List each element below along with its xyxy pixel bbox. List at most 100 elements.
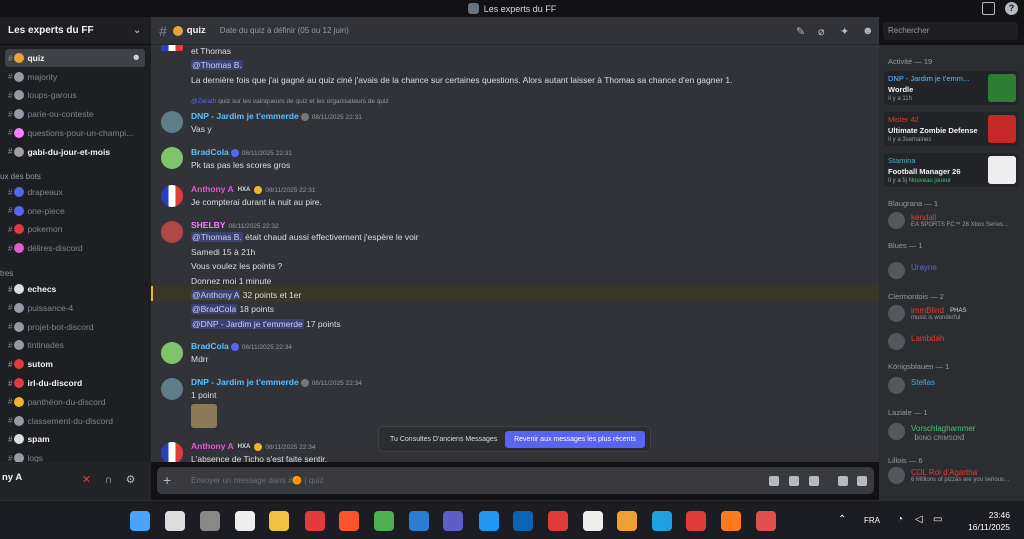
notifications-muted-icon[interactable]: ⌀	[818, 25, 825, 38]
channel-sutom[interactable]: # sutom	[5, 355, 145, 373]
user-name[interactable]: ny A	[2, 472, 22, 483]
add-attachment-icon[interactable]: +	[163, 472, 171, 488]
channel-logs[interactable]: # logs	[5, 449, 145, 462]
member-item[interactable]: CDL Roi d'Agartha 6 Millions of pizzas ar…	[888, 465, 1023, 485]
user-mention[interactable]: @BradCola	[191, 304, 238, 314]
message-author[interactable]: DNP - Jardim je t'emmerde	[191, 377, 299, 387]
teams-icon[interactable]	[443, 511, 463, 531]
jump-to-present-button[interactable]: Revenir aux messages les plus récents	[505, 431, 645, 448]
channel-topic[interactable]: Date du quiz à définir (05 ou 12 juin)	[220, 26, 349, 35]
user-mention[interactable]: @Anthony A	[191, 290, 241, 300]
tlc-icon[interactable]	[548, 511, 568, 531]
battery-icon[interactable]: ▭	[933, 514, 942, 525]
add-member-icon[interactable]: ☻	[132, 52, 141, 62]
channel-pokemon[interactable]: # pokemon	[5, 220, 145, 238]
member-item[interactable]: Vorschlaghammer 【KING CRIMSON】	[888, 421, 1023, 442]
message-composer[interactable]: + Envoyer un message dans #🟠 | quiz	[157, 467, 874, 494]
category-other[interactable]: tres	[0, 269, 13, 278]
user-mention[interactable]: @DNP - Jardim je t'emmerde	[191, 319, 304, 329]
member-item[interactable]: Stellas	[888, 375, 1023, 395]
search-input[interactable]: Rechercher	[883, 22, 1018, 40]
avatar[interactable]	[161, 378, 183, 400]
activity-card[interactable]: DNP - Jardim je t'emm... Wordle Il y a 11h	[884, 71, 1019, 105]
member-list-icon[interactable]: ☻	[862, 25, 874, 37]
help-icon[interactable]: ?	[1005, 2, 1018, 15]
outlook-icon[interactable]	[513, 511, 533, 531]
member-item[interactable]: kendall EA SPORTS FC™ 26 Xbox Series...	[888, 210, 1023, 230]
avatar[interactable]	[161, 111, 183, 133]
brave-icon[interactable]	[339, 511, 359, 531]
record-icon[interactable]	[305, 511, 325, 531]
apps-icon[interactable]	[857, 476, 867, 486]
message-author[interactable]: Anthony A	[191, 184, 234, 194]
composer-placeholder[interactable]: Envoyer un message dans #🟠 | quiz	[191, 476, 324, 485]
language-indicator[interactable]: FRA	[864, 516, 880, 525]
mute-icon[interactable]: ✕	[80, 474, 93, 487]
activity-card[interactable]: Stamina Football Manager 26 Il y a 5j Nouv…	[884, 153, 1019, 187]
message-author[interactable]: SHELBY	[191, 220, 225, 230]
channel-questions-pour-un-champi-[interactable]: # questions-pour-un-champi...	[5, 124, 145, 142]
message-author[interactable]: Anthony A	[191, 441, 234, 451]
channel-parie-ou-conteste[interactable]: # parie-ou-conteste	[5, 105, 145, 123]
member-item[interactable]: immBlind PHAS music is wonderful	[888, 303, 1023, 323]
inbox-icon[interactable]	[982, 2, 995, 15]
headset-icon[interactable]: ∩	[102, 474, 115, 487]
channel-spam[interactable]: # spam	[5, 430, 145, 448]
channel-classement-du-discord[interactable]: # classement-du-discord	[5, 412, 145, 430]
member-item[interactable]: Lambdah	[888, 331, 1023, 351]
pinned-icon[interactable]: ✦	[840, 25, 849, 38]
task-view-icon[interactable]	[200, 511, 220, 531]
mylo-icon[interactable]	[479, 511, 499, 531]
m365-icon[interactable]	[409, 511, 429, 531]
chevron-down-icon[interactable]: ⌄	[133, 25, 141, 36]
channel-quiz[interactable]: # quiz ☻	[5, 49, 145, 67]
chrome-icon[interactable]	[374, 511, 394, 531]
wifi-icon[interactable]: ◔	[897, 514, 903, 525]
server-header[interactable]: Les experts du FF ⌄	[0, 17, 151, 45]
channel-one-piece[interactable]: # one-piece	[5, 202, 145, 220]
start-icon[interactable]	[130, 511, 150, 531]
watermelon-icon[interactable]	[756, 511, 776, 531]
channel-puissance-4[interactable]: # puissance-4	[5, 299, 145, 317]
search-icon[interactable]	[165, 511, 185, 531]
notepad-icon[interactable]	[583, 511, 603, 531]
channel-majority[interactable]: # majority	[5, 68, 145, 86]
message-author[interactable]: BradCola	[191, 341, 229, 351]
emoji-icon[interactable]	[838, 476, 848, 486]
opera-icon[interactable]	[686, 511, 706, 531]
reply-preview[interactable]: quiz sur les vainqueurs de quiz et les o…	[218, 98, 389, 105]
image-attachment[interactable]	[191, 404, 217, 428]
sticker-icon[interactable]	[809, 476, 819, 486]
file-explorer-icon[interactable]	[269, 511, 289, 531]
user-mention[interactable]: @Thomas B.	[191, 232, 243, 242]
threads-icon[interactable]: ✎	[796, 25, 805, 38]
channel-echecs[interactable]: # echecs	[5, 280, 145, 298]
system-clock[interactable]: 23:46 16/11/2025	[968, 509, 1010, 533]
settings-gear-icon[interactable]: ⚙	[124, 474, 137, 487]
category-bots[interactable]: ux des bots	[0, 172, 41, 181]
firefox-icon[interactable]	[721, 511, 741, 531]
channel-drapeaux[interactable]: # drapeaux	[5, 183, 145, 201]
channel-loups-garous[interactable]: # loups-garous	[5, 86, 145, 104]
document-icon[interactable]	[235, 511, 255, 531]
channel-tintinades[interactable]: # tintinades	[5, 336, 145, 354]
avatar[interactable]	[161, 147, 183, 169]
message-author[interactable]: BradCola	[191, 147, 229, 157]
avatar[interactable]	[161, 442, 183, 462]
avatar[interactable]	[161, 45, 183, 51]
store-icon[interactable]	[617, 511, 637, 531]
avatar[interactable]	[161, 221, 183, 243]
avatar[interactable]	[161, 342, 183, 364]
member-item[interactable]: Urayne	[888, 260, 1023, 280]
channel-projet-bot-discord[interactable]: # projet-bot-discord	[5, 318, 145, 336]
user-mention[interactable]: @Thomas B.	[191, 60, 243, 70]
gif-icon[interactable]	[789, 476, 799, 486]
channel-panth-on-du-discord[interactable]: # panthéon-du-discord	[5, 393, 145, 411]
message-author[interactable]: DNP - Jardim je t'emmerde	[191, 111, 299, 121]
gift-icon[interactable]	[769, 476, 779, 486]
volume-icon[interactable]: ◁	[915, 514, 923, 525]
channel-d-lires-discord[interactable]: # délires-discord	[5, 239, 145, 257]
channel-irl-du-discord[interactable]: # irl-du-discord	[5, 374, 145, 392]
channel-gabi-du-jour-et-mois[interactable]: # gabi-du-jour-et-mois	[5, 143, 145, 161]
chevron-up-icon[interactable]: ⌃	[838, 514, 846, 525]
